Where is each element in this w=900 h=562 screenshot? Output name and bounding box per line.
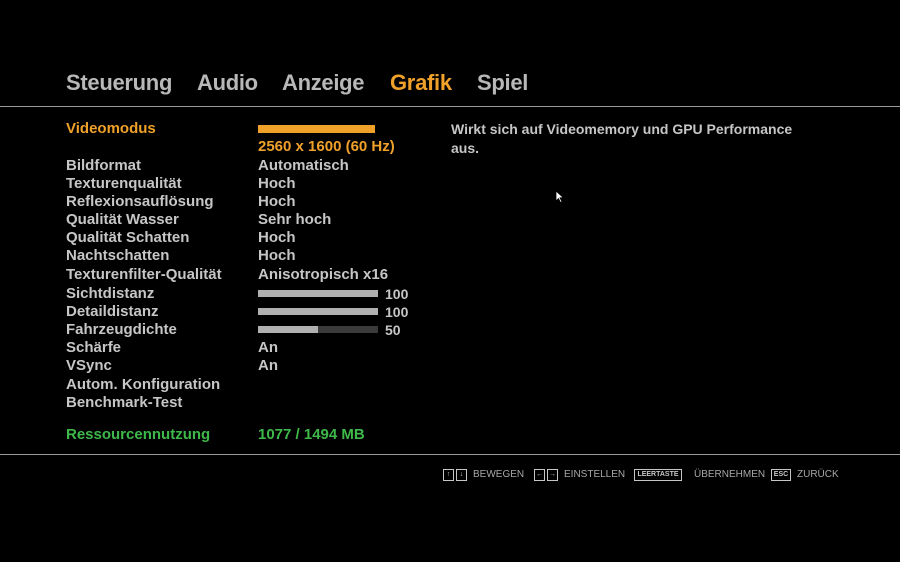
arrow-up-key-icon: ↑ xyxy=(443,469,454,481)
tab-spiel[interactable]: Spiel xyxy=(477,70,528,96)
esc-key-icon: ESC xyxy=(771,469,791,481)
detaildistanz-slider[interactable] xyxy=(258,308,378,315)
slider-value: 50 xyxy=(385,322,401,338)
tab-anzeige[interactable]: Anzeige xyxy=(282,70,365,96)
fahrzeugdichte-slider[interactable] xyxy=(258,326,378,333)
setting-value[interactable]: Automatisch xyxy=(258,157,349,174)
slider-fill xyxy=(258,290,378,297)
setting-label: Qualität Schatten xyxy=(66,229,190,246)
setting-label: Texturenfilter-Qualität xyxy=(66,266,222,283)
setting-label: VSync xyxy=(66,357,112,374)
benchmark-test-item[interactable]: Benchmark-Test xyxy=(66,394,182,411)
space-key-icon: LEERTASTE xyxy=(634,469,682,481)
setting-label: Schärfe xyxy=(66,339,122,356)
setting-label: Fahrzeugdichte xyxy=(66,321,177,338)
setting-value[interactable]: Sehr hoch xyxy=(258,211,331,228)
setting-value[interactable]: Anisotropisch x16 xyxy=(258,266,388,283)
tab-audio[interactable]: Audio xyxy=(197,70,258,96)
setting-value[interactable]: Hoch xyxy=(258,175,296,192)
hint-bewegen: BEWEGEN xyxy=(473,469,525,480)
sichtdistanz-slider[interactable] xyxy=(258,290,378,297)
setting-label: Bildformat xyxy=(66,157,141,174)
setting-description: Wirkt sich auf Videomemory und GPU Perfo… xyxy=(451,121,793,156)
setting-label: Qualität Wasser xyxy=(66,211,179,228)
tab-grafik[interactable]: Grafik xyxy=(390,70,452,96)
hint-zurueck: ZURÜCK xyxy=(797,469,839,480)
setting-value[interactable]: An xyxy=(258,339,278,356)
selection-highlight-bar xyxy=(258,125,375,133)
bottom-divider xyxy=(0,454,900,455)
tab-steuerung[interactable]: Steuerung xyxy=(66,70,172,96)
top-divider xyxy=(0,106,900,107)
setting-value[interactable]: Hoch xyxy=(258,247,296,264)
hint-einstellen: EINSTELLEN xyxy=(564,469,626,480)
setting-label: Sichtdistanz xyxy=(66,285,155,302)
slider-fill xyxy=(258,326,318,333)
setting-label: Texturenqualität xyxy=(66,175,182,192)
slider-fill xyxy=(258,308,378,315)
setting-value[interactable]: Hoch xyxy=(258,229,296,246)
setting-label: Detaildistanz xyxy=(66,303,159,320)
setting-value[interactable]: An xyxy=(258,357,278,374)
arrow-down-key-icon: ↓ xyxy=(456,469,467,481)
footer-hints: ↑ ↓ BEWEGEN ← → EINSTELLEN LEERTASTE ÜBE… xyxy=(0,469,900,483)
setting-label: Nachtschatten xyxy=(66,247,170,264)
arrow-right-key-icon: → xyxy=(547,469,558,481)
setting-value[interactable]: 2560 x 1600 (60 Hz) xyxy=(258,138,395,155)
resource-usage-label: Ressourcennutzung xyxy=(66,426,211,443)
mouse-cursor-icon xyxy=(555,190,565,204)
slider-value: 100 xyxy=(385,286,409,302)
setting-value[interactable]: Hoch xyxy=(258,193,296,210)
arrow-left-key-icon: ← xyxy=(534,469,545,481)
autom-konfiguration-item[interactable]: Autom. Konfiguration xyxy=(66,376,220,393)
slider-value: 100 xyxy=(385,304,409,320)
setting-label: Reflexionsauflösung xyxy=(66,193,214,210)
setting-label: Videomodus xyxy=(66,120,156,137)
resource-usage-value: 1077 / 1494 MB xyxy=(258,426,365,443)
hint-uebernehmen: ÜBERNEHMEN xyxy=(694,469,766,480)
